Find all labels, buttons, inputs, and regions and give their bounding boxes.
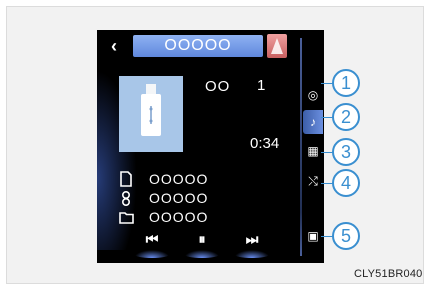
button-glow — [234, 250, 270, 258]
callout-2: 2 — [332, 103, 360, 131]
alert-icon[interactable] — [267, 34, 287, 58]
button-glow — [134, 250, 170, 258]
callout-1: 1 — [332, 69, 360, 97]
back-button[interactable]: ‹ — [111, 37, 131, 55]
side-menu-source[interactable]: ◎ — [303, 83, 323, 107]
file-icon — [119, 171, 133, 187]
usb-symbol-icon — [148, 106, 154, 124]
source-title[interactable]: OOOOO — [133, 35, 263, 57]
track-number: 1 — [257, 77, 266, 94]
pause-button[interactable]: ⏸ — [184, 230, 220, 258]
sound-settings-icon: ▦ — [307, 144, 319, 158]
music-note-icon: ♪ — [310, 115, 316, 129]
callout-3: 3 — [332, 138, 360, 166]
side-menu-sound-settings[interactable]: ▦ — [303, 139, 323, 163]
previous-icon: ⏮ — [145, 231, 159, 247]
next-track-button[interactable]: ⏭ — [234, 230, 270, 258]
figure-caption: CLY51BR040 — [354, 268, 423, 280]
header-bar: ‹ OOOOO — [97, 30, 324, 60]
elapsed-time: 0:34 — [250, 135, 280, 152]
side-menu-screen[interactable]: ▣ — [303, 224, 323, 248]
artist-text: OOOOO — [149, 190, 209, 206]
title-text: OOOOO — [149, 171, 209, 187]
source-icon: ◎ — [307, 88, 319, 102]
climate-icon: ⤭ — [308, 174, 318, 188]
callout-5: 5 — [332, 222, 360, 250]
button-glow — [184, 250, 220, 258]
display-screen: ‹ OOOOO OO 1 0:34 OOOOO OOOOO OOOOO ⏮ ⏸ … — [97, 30, 324, 263]
track-label: OO — [205, 78, 231, 95]
previous-track-button[interactable]: ⏮ — [134, 230, 170, 258]
folder-text: OOOOO — [149, 209, 209, 225]
side-menu-divider — [300, 38, 302, 256]
screen-icon: ▣ — [307, 229, 319, 243]
album-art — [119, 76, 183, 152]
folder-icon — [119, 209, 134, 225]
side-menu-climate[interactable]: ⤭ — [303, 169, 323, 193]
side-menu-audio[interactable]: ♪ — [303, 110, 323, 134]
callout-4: 4 — [332, 169, 360, 197]
next-icon: ⏭ — [245, 231, 259, 247]
pause-icon: ⏸ — [198, 231, 206, 247]
artist-icon — [119, 190, 133, 207]
